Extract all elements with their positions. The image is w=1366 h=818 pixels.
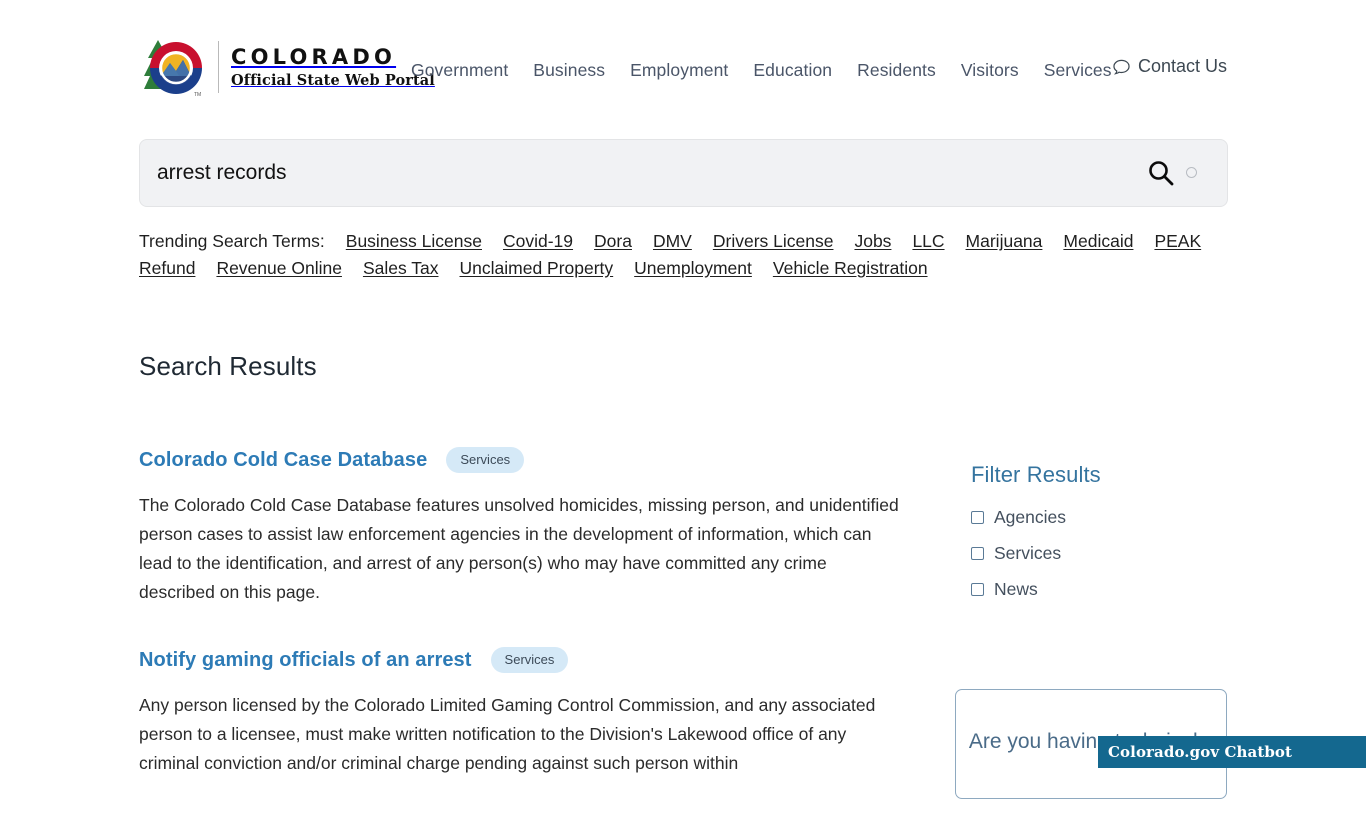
trending-term-peak[interactable]: PEAK — [1154, 231, 1201, 252]
filter-option-label: Services — [994, 543, 1062, 563]
filter-results-title: Filter Results — [971, 462, 1101, 487]
nav-item-services[interactable]: Services — [1044, 60, 1112, 81]
nav-item-residents[interactable]: Residents — [857, 60, 936, 81]
chatbot-launcher-label: Colorado.gov Chatbot — [1108, 743, 1293, 761]
search-bar[interactable] — [139, 139, 1228, 207]
contact-us-link[interactable]: Contact Us — [1113, 56, 1227, 77]
trending-search-terms: Trending Search Terms: Business License … — [139, 231, 1229, 279]
search-results-list: Colorado Cold Case Database Services The… — [139, 447, 909, 818]
filter-option-label: News — [994, 579, 1038, 599]
trending-term-unemployment[interactable]: Unemployment — [634, 258, 752, 279]
trending-term-llc[interactable]: LLC — [912, 231, 944, 252]
search-result-item: Notify gaming officials of an arrest Ser… — [139, 647, 909, 778]
trending-term-dmv[interactable]: DMV — [653, 231, 692, 252]
filter-results-panel: Filter Results Agencies Services News — [971, 462, 1231, 615]
result-title-link[interactable]: Notify gaming officials of an arrest — [139, 649, 472, 672]
result-description: Any person licensed by the Colorado Limi… — [139, 695, 876, 773]
search-icon — [1149, 161, 1174, 186]
loading-indicator-icon — [1186, 167, 1197, 178]
primary-navigation: Government Business Employment Education… — [411, 60, 1112, 81]
trending-term-vehicle-registration[interactable]: Vehicle Registration — [773, 258, 928, 279]
trending-term-unclaimed-property[interactable]: Unclaimed Property — [460, 258, 614, 279]
trending-term-refund[interactable]: Refund — [139, 258, 195, 279]
colorado-state-logo-icon: TM — [144, 40, 202, 98]
checkbox-icon[interactable] — [971, 583, 984, 596]
brand-subtitle: Official State Web Portal — [231, 71, 435, 89]
brand-title: COLORADO — [231, 44, 397, 69]
filter-option-agencies[interactable]: Agencies — [971, 507, 1231, 528]
page-title: Search Results — [139, 351, 317, 381]
nav-item-visitors[interactable]: Visitors — [961, 60, 1019, 81]
trending-term-revenue-online[interactable]: Revenue Online — [216, 258, 342, 279]
nav-item-education[interactable]: Education — [753, 60, 832, 81]
trending-term-medicaid[interactable]: Medicaid — [1063, 231, 1133, 252]
search-result-item: Colorado Cold Case Database Services The… — [139, 447, 909, 607]
speech-bubble-icon — [1113, 59, 1130, 75]
trending-term-sales-tax[interactable]: Sales Tax — [363, 258, 439, 279]
checkbox-icon[interactable] — [971, 547, 984, 560]
nav-item-government[interactable]: Government — [411, 60, 508, 81]
result-category-badge: Services — [490, 647, 569, 673]
trending-label: Trending Search Terms: — [139, 231, 325, 251]
chatbot-launcher-tab[interactable]: Colorado.gov Chatbot — [1098, 736, 1366, 768]
trending-term-covid-19[interactable]: Covid-19 — [503, 231, 573, 252]
contact-us-label: Contact Us — [1137, 56, 1227, 76]
site-header: TM COLORADO Official State Web Portal Go… — [0, 0, 1366, 118]
svg-text:TM: TM — [194, 92, 201, 98]
site-logo-link[interactable]: TM COLORADO Official State Web Portal — [138, 34, 435, 100]
nav-item-employment[interactable]: Employment — [630, 60, 728, 81]
result-category-badge: Services — [446, 447, 525, 473]
filter-option-label: Agencies — [994, 507, 1066, 527]
trending-term-drivers-license[interactable]: Drivers License — [713, 231, 834, 252]
brand-divider — [218, 41, 219, 93]
search-submit-button[interactable] — [1147, 157, 1179, 189]
search-input[interactable] — [157, 140, 1167, 206]
trending-term-business-license[interactable]: Business License — [346, 231, 482, 252]
result-title-link[interactable]: Colorado Cold Case Database — [139, 449, 427, 472]
filter-option-news[interactable]: News — [971, 579, 1231, 600]
nav-item-business[interactable]: Business — [533, 60, 605, 81]
result-description: The Colorado Cold Case Database features… — [139, 495, 899, 602]
filter-option-services[interactable]: Services — [971, 543, 1231, 564]
trending-term-jobs[interactable]: Jobs — [854, 231, 891, 252]
trending-term-dora[interactable]: Dora — [594, 231, 632, 252]
trending-term-marijuana[interactable]: Marijuana — [966, 231, 1043, 252]
checkbox-icon[interactable] — [971, 511, 984, 524]
